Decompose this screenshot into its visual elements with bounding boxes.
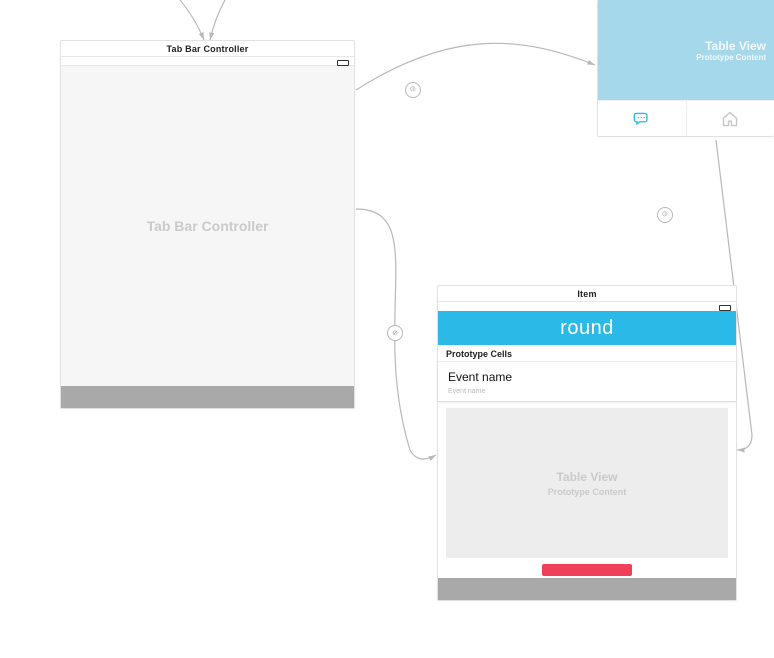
status-bar: [61, 57, 354, 66]
navigation-title: round: [560, 317, 614, 340]
cell-title: Event name: [448, 370, 726, 384]
placeholder-label: Tab Bar Controller: [147, 218, 269, 234]
scene-body: Tab Bar Controller: [61, 66, 354, 386]
tab-bar-footer: [61, 386, 354, 408]
placeholder-subtitle: Prototype Content: [696, 53, 766, 62]
placeholder-title: Table View: [705, 39, 766, 53]
accent-button[interactable]: [542, 564, 632, 576]
cell-subtitle: Event name: [448, 388, 726, 395]
home-icon: [721, 111, 739, 127]
segue-badge-relationship-2: ⦶: [657, 207, 673, 223]
segue-badge-relationship-1: ⦶: [405, 82, 421, 98]
table-cell[interactable]: Event name Event name: [438, 361, 736, 402]
placeholder-title: Table View: [557, 470, 618, 484]
table-view-placeholder: Table View Prototype Content: [446, 408, 728, 558]
tab-item-home[interactable]: [687, 101, 774, 136]
scene-item[interactable]: Item round Prototype Cells Event name Ev…: [437, 285, 737, 601]
scene-title: Item: [438, 286, 736, 302]
scene-body: Prototype Cells Event name Event name Ta…: [438, 345, 736, 578]
tab-bar-footer: [438, 578, 736, 600]
placeholder-subtitle: Prototype Content: [548, 487, 627, 497]
segue-glyph: ⦶: [410, 86, 415, 94]
scene-title: Tab Bar Controller: [61, 41, 354, 57]
scene-tab-bar-controller[interactable]: Tab Bar Controller Tab Bar Controller: [60, 40, 355, 409]
segue-badge-push-1: ⊘: [387, 325, 403, 341]
tab-item-chat[interactable]: [598, 101, 687, 136]
status-bar: [438, 302, 736, 311]
scene-partial-top-right[interactable]: Table View Prototype Content: [597, 0, 774, 137]
prototype-cells-label: Prototype Cells: [438, 345, 736, 361]
partial-table-placeholder: Table View Prototype Content: [598, 0, 774, 100]
chat-icon: [633, 112, 651, 126]
tab-bar: [598, 100, 774, 136]
navigation-bar: round: [438, 311, 736, 345]
segue-glyph: ⊘: [392, 329, 398, 337]
segue-glyph: ⦶: [662, 211, 667, 219]
